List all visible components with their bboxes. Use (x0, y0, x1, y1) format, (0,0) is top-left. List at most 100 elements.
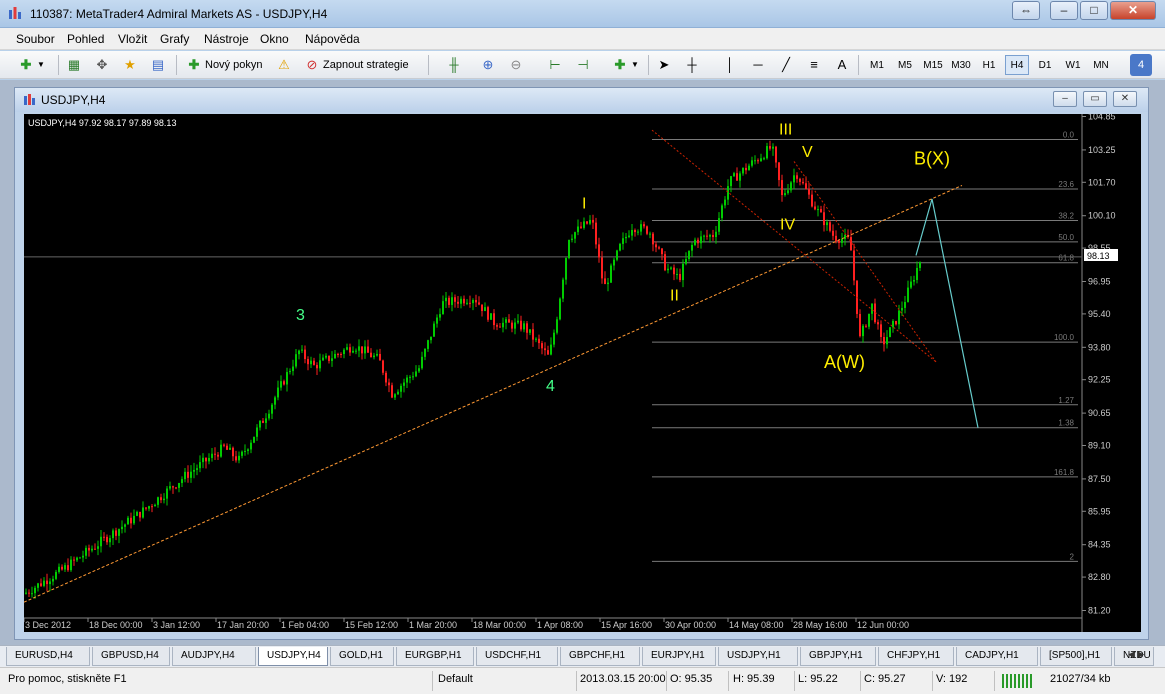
candle-body (472, 300, 474, 304)
price-axis-label: 84.35 (1088, 540, 1111, 550)
chart-tab[interactable]: EURGBP,H1 (396, 647, 474, 666)
cursor-tool-button[interactable]: ➤ (654, 54, 674, 76)
timeframe-m30-button[interactable]: M30 (949, 55, 973, 75)
favorites-button[interactable]: ★ (120, 54, 140, 76)
timeframe-m5-button[interactable]: M5 (893, 55, 917, 75)
candle-body (547, 350, 549, 355)
new-order-button[interactable]: ✚ Nový pokyn (184, 54, 264, 76)
price-axis-label: 90.65 (1088, 408, 1111, 418)
chart-shift-button[interactable]: ⊢ (545, 54, 565, 76)
restore-window-button[interactable]: ⇔ (1012, 1, 1040, 20)
menu-help[interactable]: Nápověda (305, 32, 360, 46)
chart-tab[interactable]: GBPCHF,H1 (560, 647, 640, 666)
terminal-button[interactable]: ▤ (148, 54, 168, 76)
timeframe-w1-button[interactable]: W1 (1061, 55, 1085, 75)
candle-body (709, 235, 711, 237)
candle-body (871, 303, 873, 314)
candle-body (619, 243, 621, 251)
alert-button[interactable]: ⚠ (274, 54, 294, 76)
candle-body (607, 282, 609, 285)
chart-tab[interactable]: EURUSD,H4 (6, 647, 90, 666)
zoom-out-button[interactable]: ⊖ (506, 54, 526, 76)
candle-body (508, 319, 510, 323)
menu-window[interactable]: Okno (260, 32, 289, 46)
candle-body (214, 453, 216, 455)
timeframe-h4-button[interactable]: H4 (1005, 55, 1029, 75)
timeframe-m15-button[interactable]: M15 (921, 55, 945, 75)
chart-tab[interactable]: AUDJPY,H4 (172, 647, 256, 666)
candle-body (691, 244, 693, 251)
candle-body (103, 536, 105, 538)
candle-body (415, 371, 417, 377)
candle-body (817, 209, 819, 211)
menu-view[interactable]: Pohled (67, 32, 104, 46)
candle-body (463, 298, 465, 304)
candle-body (658, 247, 660, 249)
menu-insert[interactable]: Vložit (118, 32, 147, 46)
indicators-button[interactable]: ✚ ▼ (610, 54, 641, 76)
autotrading-button[interactable]: ⊘ Zapnout strategie (302, 54, 411, 76)
timeframe-d1-button[interactable]: D1 (1033, 55, 1057, 75)
price-chart[interactable]: 0.0 23.6 38.2 50.0 61.8 100.0 1.27 1.38 161.8 2 1… (24, 114, 1141, 632)
maximize-window-button[interactable]: □ (1080, 1, 1108, 20)
new-chart-button[interactable]: ✚ ▼ (16, 54, 47, 76)
channel-tool-button[interactable]: ≡ (804, 54, 824, 76)
vertical-line-tool-button[interactable]: │ (720, 54, 740, 76)
candle-body (802, 181, 804, 184)
timeframe-m1-button[interactable]: M1 (865, 55, 889, 75)
chart-tab[interactable]: GBPUSD,H4 (92, 647, 170, 666)
fibonacci-level-label: 23.6 (1058, 180, 1074, 189)
candle-body (634, 229, 636, 233)
timeframe-h1-button[interactable]: H1 (977, 55, 1001, 75)
chart-minimize-button[interactable]: – (1053, 91, 1077, 107)
candle-body (268, 413, 270, 419)
status-open: O: 95.35 (670, 673, 713, 685)
candle-body (544, 348, 546, 351)
candle-body (97, 546, 99, 549)
chart-tab[interactable]: USDCHF,H1 (476, 647, 558, 666)
navigator-button[interactable]: ✥ (92, 54, 112, 76)
candle-body (898, 310, 900, 325)
dropdown-arrow-icon: ▼ (631, 60, 639, 69)
candle-body (61, 566, 63, 570)
tab-scroll-arrows-icon[interactable]: ◀ ▶ (1128, 649, 1144, 660)
menu-charts[interactable]: Grafy (160, 32, 189, 46)
chart-tab[interactable]: [SP500],H1 (1040, 647, 1112, 666)
trendline-tool-button[interactable]: ╱ (776, 54, 796, 76)
horizontal-line-tool-button[interactable]: ─ (748, 54, 768, 76)
notifications-badge-button[interactable]: 4 (1130, 54, 1152, 76)
chart-tab[interactable]: GBPJPY,H1 (800, 647, 876, 666)
candle-body (490, 313, 492, 320)
text-tool-button[interactable]: A (832, 54, 852, 76)
chart-tab[interactable]: USDJPY,H1 (718, 647, 798, 666)
status-separator (728, 671, 729, 691)
time-axis-label: 3 Jan 12:00 (153, 620, 200, 630)
market-watch-button[interactable]: ▦ (64, 54, 84, 76)
time-axis-label: 3 Dec 2012 (25, 620, 71, 630)
candle-body (724, 199, 726, 206)
chart-tab[interactable]: GOLD,H1 (330, 647, 394, 666)
chart-restore-button[interactable]: ▭ (1083, 91, 1107, 107)
autoscroll-button[interactable]: ⊣ (573, 54, 593, 76)
minimize-window-button[interactable]: – (1050, 1, 1078, 20)
chart-close-button[interactable]: ✕ (1113, 91, 1137, 107)
chart-tab[interactable]: USDJPY,H4 (258, 647, 328, 666)
chart-tab[interactable]: EURJPY,H1 (642, 647, 716, 666)
bar-chart-button[interactable]: ╫ (444, 54, 464, 76)
candle-body (364, 346, 366, 354)
zoom-in-button[interactable]: ⊕ (478, 54, 498, 76)
menu-file[interactable]: Soubor (16, 32, 55, 46)
chart-tab[interactable]: CADJPY,H1 (956, 647, 1038, 666)
fibonacci-level-label: 1.27 (1058, 396, 1074, 405)
status-bar: Pro pomoc, stiskněte F1 Default 2013.03.… (0, 667, 1165, 694)
candle-body (754, 160, 756, 162)
toolbar-separator (858, 55, 859, 75)
chart-tab[interactable]: CHFJPY,H1 (878, 647, 954, 666)
menu-tools[interactable]: Nástroje (204, 32, 249, 46)
new-order-label: Nový pokyn (205, 59, 263, 71)
chart-window-titlebar: USDJPY,H4 – ▭ ✕ (15, 88, 1148, 112)
crosshair-tool-button[interactable]: ┼ (682, 54, 702, 76)
timeframe-mn-button[interactable]: MN (1089, 55, 1113, 75)
candle-body (160, 497, 162, 501)
close-window-button[interactable]: ✕ (1110, 1, 1156, 20)
